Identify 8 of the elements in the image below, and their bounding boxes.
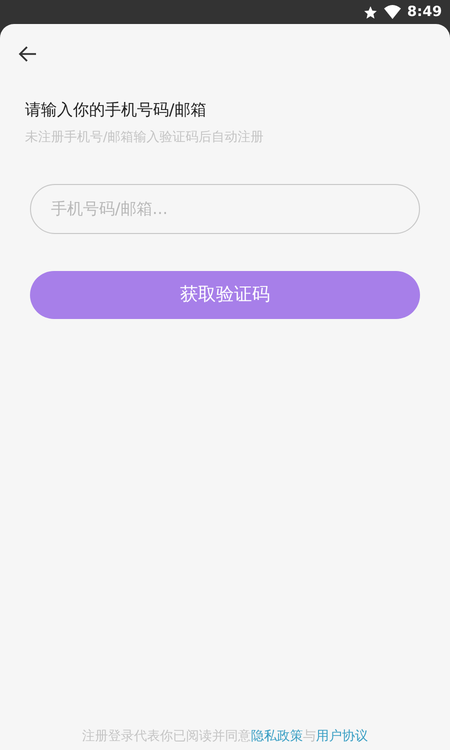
phone-email-field[interactable]: 手机号码/邮箱... — [30, 184, 420, 234]
star-icon — [363, 4, 378, 20]
back-arrow-icon[interactable] — [18, 44, 38, 64]
page-title: 请输入你的手机号码/邮箱 — [25, 99, 208, 121]
wifi-icon — [384, 5, 402, 19]
clock: 8:49 — [407, 2, 442, 22]
privacy-link[interactable]: 隐私政策 — [251, 726, 303, 746]
terms-link[interactable]: 用户协议 — [316, 726, 368, 746]
